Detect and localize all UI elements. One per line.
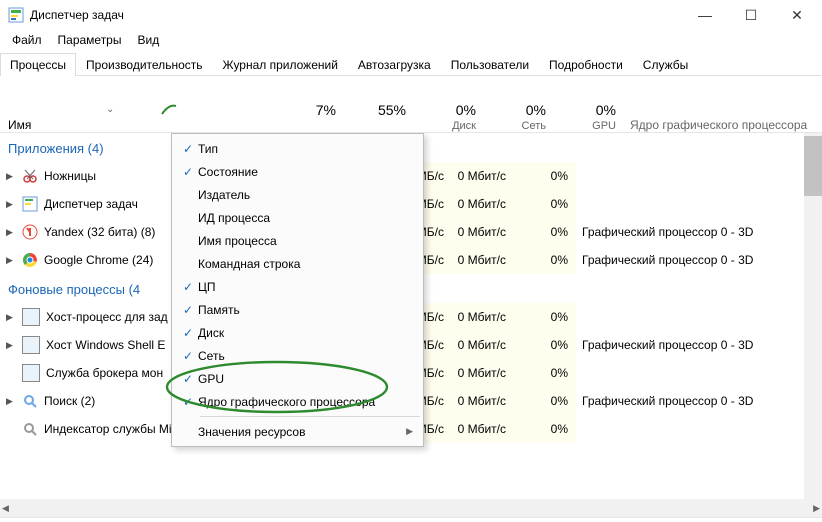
- ctx-item-gpu[interactable]: ✓GPU: [172, 367, 423, 390]
- column-context-menu: ✓Тип ✓Состояние Издатель ИД процесса Имя…: [171, 133, 424, 447]
- host-process-icon: [22, 308, 40, 326]
- ctx-item-publisher[interactable]: Издатель: [172, 183, 423, 206]
- tab-services[interactable]: Службы: [633, 53, 698, 76]
- process-name: Поиск (2): [44, 394, 95, 408]
- header-disk[interactable]: 0%Диск: [414, 102, 484, 132]
- tabbar: Процессы Производительность Журнал прило…: [0, 52, 822, 76]
- scroll-left-icon[interactable]: ◀: [2, 503, 9, 514]
- maximize-button[interactable]: ☐: [728, 0, 774, 30]
- horizontal-scrollbar[interactable]: ◀ ▶: [0, 499, 822, 517]
- tab-processes[interactable]: Процессы: [0, 53, 76, 76]
- ctx-item-resource-values[interactable]: Значения ресурсов▶: [172, 420, 423, 443]
- ctx-item-process-name[interactable]: Имя процесса: [172, 229, 423, 252]
- ctx-item-network[interactable]: ✓Сеть: [172, 344, 423, 367]
- snipping-tool-icon: [22, 168, 38, 184]
- process-name: Ножницы: [44, 169, 96, 183]
- ctx-item-status[interactable]: ✓Состояние: [172, 160, 423, 183]
- task-manager-row-icon: [22, 196, 38, 212]
- ctx-item-type[interactable]: ✓Тип: [172, 137, 423, 160]
- expand-icon[interactable]: ▶: [6, 199, 16, 210]
- header-net[interactable]: 0%Сеть: [484, 102, 554, 132]
- ctx-item-gpu-engine[interactable]: ✓Ядро графического процессора: [172, 390, 423, 413]
- search-icon: [22, 393, 38, 409]
- ctx-item-cpu[interactable]: ✓ЦП: [172, 275, 423, 298]
- header-name[interactable]: ⌄ Имя: [0, 84, 274, 132]
- menubar: Файл Параметры Вид: [0, 30, 822, 50]
- header-mem[interactable]: 55%: [344, 102, 414, 132]
- menu-params[interactable]: Параметры: [50, 31, 130, 49]
- ctx-item-disk[interactable]: ✓Диск: [172, 321, 423, 344]
- chrome-icon: [22, 252, 38, 268]
- scrollbar-thumb[interactable]: [804, 136, 822, 196]
- vertical-scrollbar[interactable]: [804, 133, 822, 499]
- task-manager-icon: [8, 7, 24, 23]
- expand-icon[interactable]: ▶: [6, 227, 16, 238]
- expand-icon[interactable]: ▶: [6, 312, 16, 323]
- minimize-button[interactable]: —: [682, 0, 728, 30]
- window-title: Диспетчер задач: [30, 8, 682, 22]
- submenu-arrow-icon: ▶: [406, 426, 413, 437]
- tab-performance[interactable]: Производительность: [76, 53, 212, 76]
- expand-icon[interactable]: ▶: [6, 340, 16, 351]
- process-name: Yandex (32 бита) (8): [44, 225, 155, 239]
- tab-users[interactable]: Пользователи: [441, 53, 539, 76]
- tab-app-history[interactable]: Журнал приложений: [213, 53, 348, 76]
- menu-view[interactable]: Вид: [129, 31, 167, 49]
- expand-icon[interactable]: ▶: [6, 255, 16, 266]
- header-gpu-engine[interactable]: Ядро графического процессора: [624, 84, 822, 132]
- process-name: Google Chrome (24): [44, 253, 153, 267]
- process-name: Служба брокера мон: [46, 366, 163, 380]
- column-headers: ⌄ Имя 7% 55% 0%Диск 0%Сеть 0%GPU Ядро гр…: [0, 76, 822, 133]
- process-name: Хост Windows Shell E: [46, 338, 165, 352]
- titlebar: Диспетчер задач — ☐ ✕: [0, 0, 822, 30]
- tab-startup[interactable]: Автозагрузка: [348, 53, 441, 76]
- yandex-icon: [22, 224, 38, 240]
- expand-icon[interactable]: ▶: [6, 171, 16, 182]
- header-gpu[interactable]: 0%GPU: [554, 102, 624, 132]
- process-name: Хост-процесс для зад: [46, 310, 168, 324]
- sort-chevron-icon: ⌄: [106, 104, 114, 115]
- expand-icon[interactable]: ▶: [6, 396, 16, 407]
- ctx-item-pid[interactable]: ИД процесса: [172, 206, 423, 229]
- annotation-scribble: [160, 102, 178, 116]
- ctx-separator: [200, 416, 420, 417]
- ctx-item-memory[interactable]: ✓Память: [172, 298, 423, 321]
- header-cpu[interactable]: 7%: [274, 102, 344, 132]
- ctx-item-cmdline[interactable]: Командная строка: [172, 252, 423, 275]
- scroll-right-icon[interactable]: ▶: [813, 503, 820, 514]
- process-body: Приложения (4) ▶ Ножницы МБ/с 0 Мбит/с 0…: [0, 133, 822, 499]
- close-button[interactable]: ✕: [774, 0, 820, 30]
- menu-file[interactable]: Файл: [4, 31, 50, 49]
- process-name: Диспетчер задач: [44, 197, 138, 211]
- shell-host-icon: [22, 336, 40, 354]
- footer: ⌃ Меньше Снять задачу: [0, 517, 822, 522]
- broker-service-icon: [22, 364, 40, 382]
- indexer-icon: [22, 421, 38, 437]
- tab-details[interactable]: Подробности: [539, 53, 633, 76]
